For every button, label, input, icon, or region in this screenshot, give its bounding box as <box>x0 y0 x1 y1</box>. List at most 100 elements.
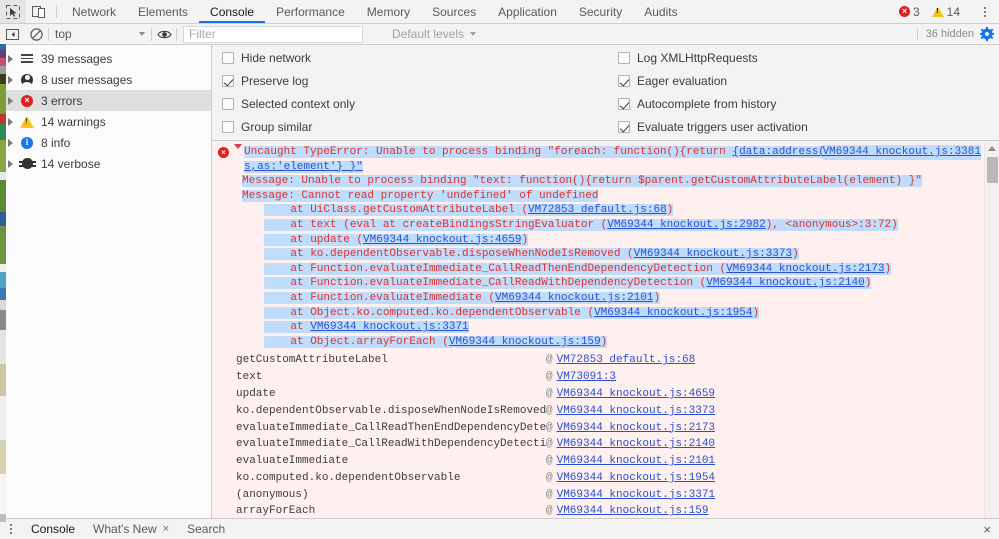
checkbox[interactable] <box>618 75 630 87</box>
tab-sources[interactable]: Sources <box>421 0 487 23</box>
frame-location-link[interactable]: VM72853 default.js:68 <box>557 353 696 368</box>
console-sidebar-toggle-icon[interactable] <box>0 24 24 45</box>
frame-location-link[interactable]: VM69344 knockout.js:3371 <box>557 488 715 503</box>
tab-label: Sources <box>432 5 476 19</box>
chevron-right-icon[interactable] <box>8 76 13 84</box>
setting-selected-context-only[interactable]: Selected context only <box>222 97 618 111</box>
eye-icon[interactable] <box>152 24 176 45</box>
tab-elements[interactable]: Elements <box>127 0 199 23</box>
scroll-up-button[interactable] <box>985 141 999 155</box>
tab-performance[interactable]: Performance <box>265 0 356 23</box>
close-icon[interactable]: × <box>163 524 169 535</box>
execution-context-select[interactable]: top <box>49 24 151 45</box>
error-count-button[interactable]: × 3 <box>893 5 926 19</box>
setting-preserve-log[interactable]: Preserve log <box>222 74 618 88</box>
frame-location-link[interactable]: VM69344 knockout.js:4659 <box>557 387 715 402</box>
chevron-down-icon <box>470 32 476 36</box>
table-row[interactable]: (anonymous) @ VM69344 knockout.js:3371 <box>218 488 981 505</box>
table-row[interactable]: getCustomAttributeLabel @ VM72853 defaul… <box>218 353 981 370</box>
frame-location-link[interactable]: VM69344 knockout.js:3373 <box>557 404 715 419</box>
frame-location-link[interactable]: VM69344 knockout.js:2173 <box>557 421 715 436</box>
table-row[interactable]: ko.computed.ko.dependentObservable @ VM6… <box>218 471 981 488</box>
tab-application[interactable]: Application <box>487 0 568 23</box>
setting-hide-network[interactable]: Hide network <box>222 51 618 65</box>
table-row[interactable]: evaluateImmediate_CallReadWithDependency… <box>218 437 981 454</box>
close-icon[interactable]: × <box>983 523 991 536</box>
sidebar-item-info[interactable]: i 8 info <box>0 132 211 153</box>
table-row[interactable]: arrayForEach @ VM69344 knockout.js:159 <box>218 504 981 518</box>
tab-network[interactable]: Network <box>61 0 127 23</box>
table-row[interactable]: evaluateImmediate @ VM69344 knockout.js:… <box>218 454 981 471</box>
expand-toggle[interactable] <box>234 145 244 174</box>
stack-link[interactable]: VM69344 knockout.js:3373 <box>634 248 792 260</box>
sidebar-item-errors[interactable]: × 3 errors <box>0 90 211 111</box>
checkbox[interactable] <box>222 52 234 64</box>
checkbox[interactable] <box>222 75 234 87</box>
warning-count-label: 14 <box>947 5 960 19</box>
stack-link[interactable]: VM69344 knockout.js:4659 <box>363 234 521 246</box>
table-row[interactable]: text @ VM73091:3 <box>218 370 981 387</box>
log-levels-label: Default levels <box>392 27 464 41</box>
frame-location-link[interactable]: VM69344 knockout.js:2101 <box>557 454 715 469</box>
stack-link[interactable]: VM72853 default.js:68 <box>528 204 667 216</box>
frame-at: @ <box>546 370 557 385</box>
error-source-link[interactable]: VM69344 knockout.js:3381 <box>823 145 981 160</box>
kebab-menu-icon[interactable] <box>975 0 995 23</box>
chevron-right-icon[interactable] <box>8 55 13 63</box>
frame-location-link[interactable]: VM69344 knockout.js:1954 <box>557 471 715 486</box>
sidebar-item-warnings[interactable]: 14 warnings <box>0 111 211 132</box>
chevron-right-icon[interactable] <box>8 139 13 147</box>
setting-evaluate-triggers-user-activation[interactable]: Evaluate triggers user activation <box>618 120 808 134</box>
clear-console-icon[interactable] <box>24 24 48 45</box>
gear-icon[interactable] <box>980 27 994 41</box>
inspect-element-icon[interactable] <box>0 0 26 23</box>
tab-security[interactable]: Security <box>568 0 633 23</box>
checkbox[interactable] <box>618 121 630 133</box>
stack-link[interactable]: VM69344 knockout.js:2173 <box>726 263 884 275</box>
drawer-tab-whats-new[interactable]: What's New × <box>84 519 178 539</box>
table-row[interactable]: update @ VM69344 knockout.js:4659 <box>218 387 981 404</box>
drawer-tab-search[interactable]: Search <box>178 519 234 539</box>
setting-label: Hide network <box>241 51 311 65</box>
stack-link[interactable]: VM69344 knockout.js:2982 <box>607 219 765 231</box>
table-row[interactable]: ko.dependentObservable.disposeWhenNodeIs… <box>218 404 981 421</box>
tab-memory[interactable]: Memory <box>356 0 421 23</box>
device-toolbar-icon[interactable] <box>26 0 52 23</box>
setting-eager-evaluation[interactable]: Eager evaluation <box>618 74 808 88</box>
sidebar-item-user-messages[interactable]: 8 user messages <box>0 69 211 90</box>
chevron-right-icon[interactable] <box>8 160 13 168</box>
stack-text: at Function.evaluateImmediate_CallReadTh… <box>264 263 726 275</box>
chevron-right-icon[interactable] <box>8 97 13 105</box>
checkbox[interactable] <box>222 121 234 133</box>
chevron-right-icon[interactable] <box>8 118 13 126</box>
checkbox[interactable] <box>618 98 630 110</box>
setting-log-xmlhttprequests[interactable]: Log XMLHttpRequests <box>618 51 808 65</box>
stack-link[interactable]: VM69344 knockout.js:1954 <box>594 307 752 319</box>
warning-count-button[interactable]: 14 <box>926 5 966 19</box>
frame-location-link[interactable]: VM73091:3 <box>557 370 616 385</box>
sidebar-item-messages[interactable]: 39 messages <box>0 48 211 69</box>
scrollbar-thumb[interactable] <box>987 157 998 183</box>
tab-console[interactable]: Console <box>199 0 265 23</box>
sidebar-item-verbose[interactable]: 14 verbose <box>0 153 211 174</box>
stack-link[interactable]: VM69344 knockout.js:2140 <box>706 277 864 289</box>
checkbox[interactable] <box>222 98 234 110</box>
frame-location-link[interactable]: VM69344 knockout.js:2140 <box>557 437 715 452</box>
frame-location-link[interactable]: VM69344 knockout.js:159 <box>557 504 709 518</box>
setting-autocomplete-from-history[interactable]: Autocomplete from history <box>618 97 808 111</box>
setting-group-similar[interactable]: Group similar <box>222 120 618 134</box>
log-levels-select[interactable]: Default levels <box>387 24 481 45</box>
stack-link[interactable]: VM69344 knockout.js:2101 <box>495 292 653 304</box>
checkbox[interactable] <box>618 52 630 64</box>
hidden-messages-label[interactable]: 36 hidden <box>917 28 974 40</box>
filter-input[interactable] <box>183 26 363 43</box>
console-error-message[interactable]: × Uncaught TypeError: Unable to process … <box>212 141 999 518</box>
frame-at: @ <box>546 437 557 452</box>
console-scrollbar[interactable] <box>984 141 999 518</box>
stack-link[interactable]: VM69344 knockout.js:159 <box>449 336 601 348</box>
console-message-list[interactable]: × Uncaught TypeError: Unable to process … <box>212 141 999 518</box>
drawer-tab-console[interactable]: Console <box>22 519 84 539</box>
tab-audits[interactable]: Audits <box>633 0 688 23</box>
table-row[interactable]: evaluateImmediate_CallReadThenEndDepende… <box>218 421 981 438</box>
stack-link[interactable]: VM69344 knockout.js:3371 <box>310 321 468 333</box>
